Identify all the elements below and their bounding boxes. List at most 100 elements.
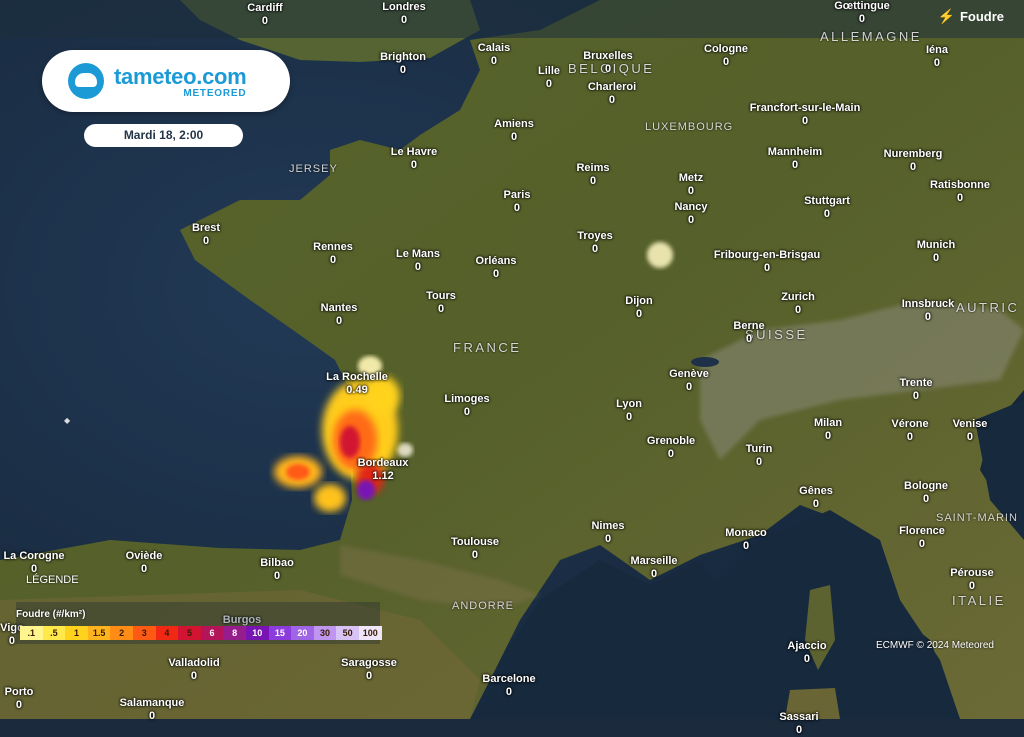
legend-swatch: 50 [336,626,359,640]
city-label[interactable]: Vérone 0 [891,418,928,444]
city-label[interactable]: Bruxelles 0 [583,50,633,76]
legend-toggle[interactable]: LÉGENDE [26,574,79,586]
city-label[interactable]: Orléans 0 [476,255,517,281]
city-label[interactable]: Venise 0 [953,418,988,444]
city-label[interactable]: Le Havre 0 [391,146,437,172]
city-label[interactable]: Barcelone 0 [482,673,535,699]
legend-swatch: .5 [42,626,66,640]
city-label[interactable]: Nimes 0 [591,520,624,546]
city-label[interactable]: Bologne 0 [904,480,948,506]
city-label[interactable]: Gœttingue 0 [834,0,890,26]
city-label[interactable]: Troyes 0 [577,230,612,256]
city-label[interactable]: Marseille 0 [630,555,677,581]
city-label[interactable]: Sassari 0 [779,711,818,737]
city-label[interactable]: Charleroi 0 [588,81,636,107]
city-label[interactable]: Cardiff 0 [247,2,282,28]
city-label[interactable]: Bordeaux 1.12 [358,457,409,483]
city-label[interactable]: Le Mans 0 [396,248,440,274]
city-label[interactable]: Valladolid 0 [168,657,219,683]
country-label: ITALIE [952,593,1006,608]
city-label[interactable]: Innsbruck 0 [902,298,955,324]
country-label: SAINT-MARIN [936,512,1018,524]
city-label[interactable]: Porto 0 [5,686,34,712]
city-label[interactable]: Genève 0 [669,368,709,394]
city-label[interactable]: Bilbao 0 [260,557,294,583]
city-label[interactable]: Oviède 0 [126,550,163,576]
cloud-logo-icon [68,63,104,99]
city-label[interactable]: Metz 0 [679,172,703,198]
city-label[interactable]: La Rochelle 0.49 [326,371,388,397]
city-label[interactable]: Mannheim 0 [768,146,822,172]
lightning-icon: ⚡ [937,8,955,24]
city-label[interactable]: Dijon 0 [625,295,653,321]
layer-selector[interactable]: ⚡ Foudre [938,8,1005,25]
city-label[interactable]: Nancy 0 [674,201,707,227]
legend-swatch: 8 [223,626,246,640]
city-label[interactable]: Cologne 0 [704,43,748,69]
legend-swatch: 30 [313,626,337,640]
legend-swatch: .1 [20,626,43,640]
city-label[interactable]: La Corogne 0 [3,550,64,576]
brand-name: tameteo.com [114,63,247,89]
city-label[interactable]: Trente 0 [899,377,932,403]
map-credit: ECMWF © 2024 Meteored [876,640,994,651]
map-marker-icon: ◆ [64,416,71,425]
city-label[interactable]: Brest 0 [192,222,220,248]
layer-label: Foudre [959,9,1004,24]
country-label: ANDORRE [452,600,515,612]
city-label[interactable]: Londres 0 [382,1,425,27]
country-label: JERSEY [289,163,338,175]
city-label[interactable]: Turin 0 [746,443,773,469]
legend-swatch: 1.5 [87,626,111,640]
city-label[interactable]: Calais 0 [478,42,510,68]
city-label[interactable]: Tours 0 [426,290,456,316]
city-label[interactable]: Nantes 0 [321,302,358,328]
city-label[interactable]: Reims 0 [576,162,609,188]
legend-swatch: 6 [200,626,224,640]
city-label[interactable]: Florence 0 [899,525,945,551]
country-label: FRANCE [453,340,522,355]
city-label[interactable]: Berne 0 [733,320,764,346]
city-label[interactable]: Grenoble 0 [647,435,695,461]
legend-scale: .1.5 1 1.5 2 3 4 5 6 8 10 15 20 30 50 100 [20,626,382,640]
legend-swatch: 4 [155,626,179,640]
legend-swatch: 3 [132,626,156,640]
legend-swatch: 100 [358,626,382,640]
legend-label: Foudre (#/km²) [16,609,86,620]
city-label[interactable]: Toulouse 0 [451,536,499,562]
city-label[interactable]: Nuremberg 0 [884,148,943,174]
city-label[interactable]: Francfort-sur-le-Main 0 [750,102,861,128]
legend-swatch: 15 [268,626,292,640]
city-label[interactable]: Ratisbonne 0 [930,179,990,205]
city-label[interactable]: Monaco 0 [725,527,767,553]
city-label[interactable]: Stuttgart 0 [804,195,850,221]
city-label[interactable]: Lille 0 [538,65,560,91]
country-label: ALLEMAGNE [820,29,922,44]
lake-geneva [691,357,719,367]
brand-logo[interactable]: tameteo.com METEORED [42,50,290,112]
city-label[interactable]: Gênes 0 [799,485,833,511]
city-label[interactable]: Salamanque 0 [120,697,185,723]
city-label[interactable]: Paris 0 [504,189,531,215]
city-label[interactable]: Munich 0 [917,239,956,265]
country-label: LUXEMBOURG [645,121,734,133]
legend-swatch: 1 [65,626,88,640]
legend-swatch: 2 [110,626,133,640]
city-label[interactable]: Limoges 0 [444,393,489,419]
city-label[interactable]: Zurich 0 [781,291,815,317]
country-label: AUTRIC [956,300,1020,315]
legend-swatch: 5 [178,626,201,640]
city-label[interactable]: Pérouse 0 [950,567,993,593]
city-label[interactable]: Fribourg-en-Brisgau 0 [714,249,820,275]
city-label[interactable]: Milan 0 [814,417,842,443]
city-label[interactable]: Amiens 0 [494,118,534,144]
legend-swatch: 10 [245,626,269,640]
legend-swatch: 20 [291,626,314,640]
city-label[interactable]: Rennes 0 [313,241,353,267]
city-label[interactable]: Lyon 0 [616,398,642,424]
city-label[interactable]: Brighton 0 [380,51,426,77]
city-label[interactable]: Saragosse 0 [341,657,397,683]
city-label[interactable]: Ajaccio 0 [787,640,826,666]
city-label[interactable]: Iéna 0 [926,44,948,70]
forecast-date[interactable]: Mardi 18, 2:00 [84,124,243,147]
